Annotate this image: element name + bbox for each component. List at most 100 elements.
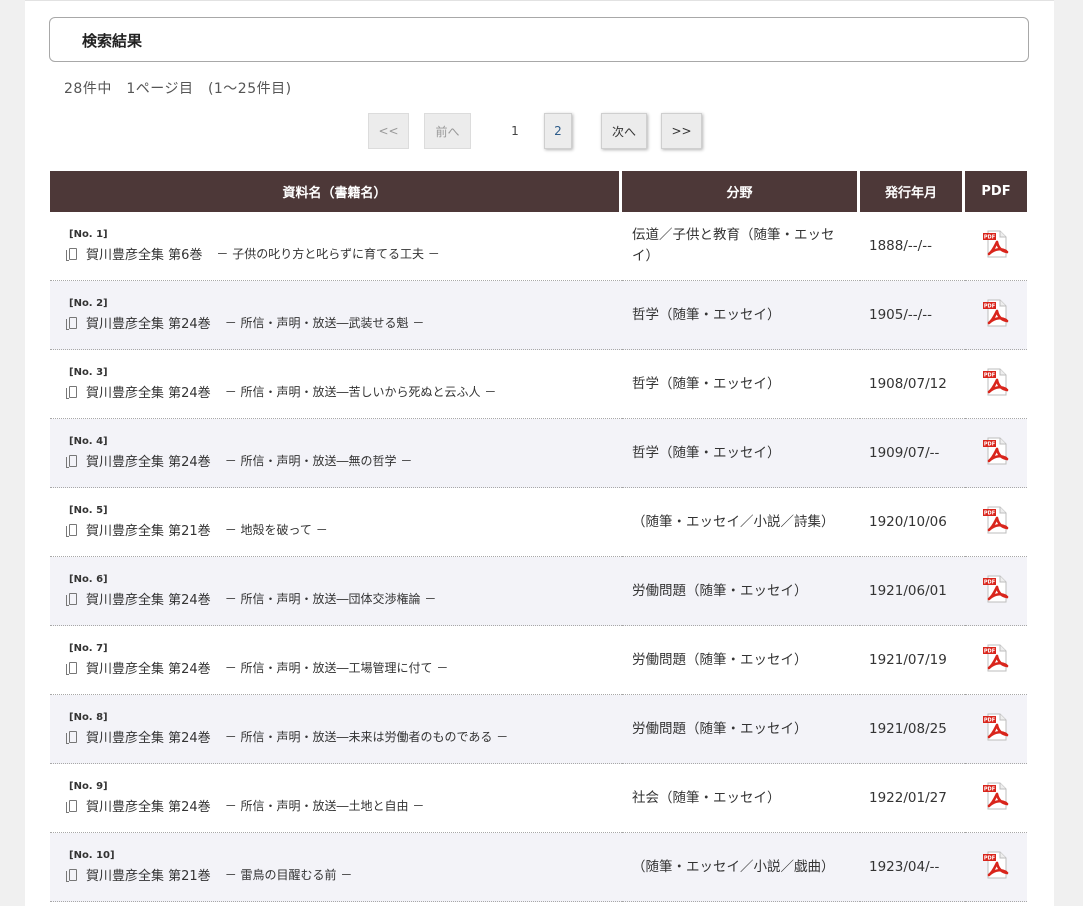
pdf-icon[interactable]: PDF [981, 505, 1011, 535]
svg-text:PDF: PDF [984, 373, 995, 379]
book-icon [66, 868, 77, 882]
prev-page-button: 前へ [424, 113, 471, 149]
book-icon [66, 661, 77, 675]
svg-text:PDF: PDF [984, 442, 995, 448]
volume-title[interactable]: 賀川豊彦全集 第24巻 [86, 796, 211, 815]
pdf-icon[interactable]: PDF [981, 298, 1011, 328]
pdf-icon[interactable]: PDF [981, 436, 1011, 466]
table-row: [No. 7] 賀川豊彦全集 第24巻 － 所信・声明・放送―工場管理に付て － 労働… [50, 626, 1027, 695]
pdf-icon[interactable]: PDF [981, 367, 1011, 397]
chapter-title[interactable]: － 所信・声明・放送―苦しいから死ぬと云ふ人 － [225, 383, 497, 400]
date-cell: 1908/07/12 [860, 350, 965, 419]
pdf-icon[interactable]: PDF [981, 574, 1011, 604]
pdf-icon[interactable]: PDF [981, 643, 1011, 673]
pdf-icon[interactable]: PDF [981, 229, 1011, 259]
table-row: [No. 8] 賀川豊彦全集 第24巻 － 所信・声明・放送―未来は労働者のものであ… [50, 695, 1027, 764]
field-cell: 労働問題（随筆・エッセイ） [622, 626, 860, 695]
date-cell: 1923/04/-- [860, 833, 965, 902]
title-link[interactable]: 賀川豊彦全集 第21巻 － 地殻を破って － [66, 520, 622, 539]
title-link[interactable]: 賀川豊彦全集 第24巻 － 所信・声明・放送―未来は労働者のものである － [66, 727, 622, 746]
title-cell: [No. 3] 賀川豊彦全集 第24巻 － 所信・声明・放送―苦しいから死ぬと云ふ人… [50, 350, 622, 419]
chapter-title[interactable]: － 所信・声明・放送―団体交渉権論 － [225, 590, 437, 607]
item-number: [No. 2] [69, 298, 108, 309]
field-cell: 伝道／子供と教育（随筆・エッセイ） [622, 212, 860, 281]
item-number: [No. 8] [69, 712, 108, 723]
title-link[interactable]: 賀川豊彦全集 第24巻 － 所信・声明・放送―無の哲学 － [66, 451, 622, 470]
pdf-cell: PDF [965, 350, 1027, 419]
title-link[interactable]: 賀川豊彦全集 第24巻 － 所信・声明・放送―工場管理に付て － [66, 658, 622, 677]
date-cell: 1888/--/-- [860, 212, 965, 281]
field-cell: 労働問題（随筆・エッセイ） [622, 695, 860, 764]
title-cell: [No. 7] 賀川豊彦全集 第24巻 － 所信・声明・放送―工場管理に付て － [50, 626, 622, 695]
chapter-title[interactable]: － 所信・声明・放送―土地と自由 － [225, 797, 425, 814]
chapter-title[interactable]: － 所信・声明・放送―武装せる魁 － [225, 314, 425, 331]
title-link[interactable]: 賀川豊彦全集 第24巻 － 所信・声明・放送―団体交渉権論 － [66, 589, 622, 608]
pdf-cell: PDF [965, 281, 1027, 350]
search-results-title: 検索結果 [82, 32, 143, 50]
pdf-icon[interactable]: PDF [981, 712, 1011, 742]
book-icon [66, 523, 77, 537]
table-row: [No. 5] 賀川豊彦全集 第21巻 － 地殻を破って － （随筆・エッセイ／小説／… [50, 488, 1027, 557]
chapter-title[interactable]: － 子供の叱り方と叱らずに育てる工夫 － [216, 245, 439, 262]
title-link[interactable]: 賀川豊彦全集 第6巻 － 子供の叱り方と叱らずに育てる工夫 － [66, 244, 622, 263]
item-number: [No. 4] [69, 436, 108, 447]
pagination: << 前へ 1 2 次へ >> [368, 113, 728, 149]
chapter-title[interactable]: － 所信・声明・放送―工場管理に付て － [225, 659, 449, 676]
svg-text:PDF: PDF [984, 718, 995, 724]
field-cell: （随筆・エッセイ／小説／詩集） [622, 488, 860, 557]
volume-title[interactable]: 賀川豊彦全集 第24巻 [86, 451, 211, 470]
book-icon [66, 316, 77, 330]
chapter-title[interactable]: － 地殻を破って － [225, 521, 328, 538]
title-link[interactable]: 賀川豊彦全集 第24巻 － 所信・声明・放送―土地と自由 － [66, 796, 622, 815]
next-page-button[interactable]: 次へ [601, 113, 647, 149]
results-table: 資料名（書籍名） 分野 発行年月 PDF [No. 1] 賀川豊彦全集 第6巻 － … [50, 171, 1027, 902]
volume-title[interactable]: 賀川豊彦全集 第24巻 [86, 382, 211, 401]
date-cell: 1905/--/-- [860, 281, 965, 350]
volume-title[interactable]: 賀川豊彦全集 第24巻 [86, 313, 211, 332]
field-cell: 哲学（随筆・エッセイ） [622, 419, 860, 488]
date-cell: 1909/07/-- [860, 419, 965, 488]
volume-title[interactable]: 賀川豊彦全集 第21巻 [86, 520, 211, 539]
chapter-title[interactable]: － 所信・声明・放送―未来は労働者のものである － [225, 728, 509, 745]
table-row: [No. 10] 賀川豊彦全集 第21巻 － 雷鳥の目醒むる前 － （随筆・エッセイ／… [50, 833, 1027, 902]
pdf-cell: PDF [965, 212, 1027, 281]
title-link[interactable]: 賀川豊彦全集 第21巻 － 雷鳥の目醒むる前 － [66, 865, 622, 884]
page-2-button[interactable]: 2 [544, 113, 572, 149]
pdf-cell: PDF [965, 833, 1027, 902]
table-row: [No. 2] 賀川豊彦全集 第24巻 － 所信・声明・放送―武装せる魁 － 哲学（随… [50, 281, 1027, 350]
svg-text:PDF: PDF [984, 856, 995, 862]
volume-title[interactable]: 賀川豊彦全集 第24巻 [86, 727, 211, 746]
date-cell: 1920/10/06 [860, 488, 965, 557]
chapter-title[interactable]: － 雷鳥の目醒むる前 － [225, 866, 353, 883]
date-cell: 1921/08/25 [860, 695, 965, 764]
book-icon [66, 592, 77, 606]
field-cell: （随筆・エッセイ／小説／戯曲） [622, 833, 860, 902]
title-cell: [No. 1] 賀川豊彦全集 第6巻 － 子供の叱り方と叱らずに育てる工夫 － [50, 212, 622, 281]
pdf-icon[interactable]: PDF [981, 781, 1011, 811]
title-link[interactable]: 賀川豊彦全集 第24巻 － 所信・声明・放送―武装せる魁 － [66, 313, 622, 332]
current-page: 1 [511, 124, 519, 138]
volume-title[interactable]: 賀川豊彦全集 第24巻 [86, 658, 211, 677]
result-count-summary: 28件中 1ページ目 (1～25件目) [64, 81, 292, 97]
volume-title[interactable]: 賀川豊彦全集 第24巻 [86, 589, 211, 608]
item-number: [No. 7] [69, 643, 108, 654]
item-number: [No. 1] [69, 229, 108, 240]
pdf-cell: PDF [965, 488, 1027, 557]
title-cell: [No. 2] 賀川豊彦全集 第24巻 － 所信・声明・放送―武装せる魁 － [50, 281, 622, 350]
book-icon [66, 799, 77, 813]
first-page-button: << [368, 113, 409, 149]
volume-title[interactable]: 賀川豊彦全集 第6巻 [86, 244, 202, 263]
svg-text:PDF: PDF [984, 304, 995, 310]
pdf-icon[interactable]: PDF [981, 850, 1011, 880]
title-cell: [No. 5] 賀川豊彦全集 第21巻 － 地殻を破って － [50, 488, 622, 557]
title-link[interactable]: 賀川豊彦全集 第24巻 － 所信・声明・放送―苦しいから死ぬと云ふ人 － [66, 382, 622, 401]
item-number: [No. 5] [69, 505, 108, 516]
search-results-box: 検索結果 [49, 17, 1029, 62]
title-cell: [No. 6] 賀川豊彦全集 第24巻 － 所信・声明・放送―団体交渉権論 － [50, 557, 622, 626]
chapter-title[interactable]: － 所信・声明・放送―無の哲学 － [225, 452, 413, 469]
last-page-button[interactable]: >> [661, 113, 702, 149]
volume-title[interactable]: 賀川豊彦全集 第21巻 [86, 865, 211, 884]
book-icon [66, 247, 77, 261]
table-row: [No. 3] 賀川豊彦全集 第24巻 － 所信・声明・放送―苦しいから死ぬと云ふ人… [50, 350, 1027, 419]
svg-text:PDF: PDF [984, 580, 995, 586]
